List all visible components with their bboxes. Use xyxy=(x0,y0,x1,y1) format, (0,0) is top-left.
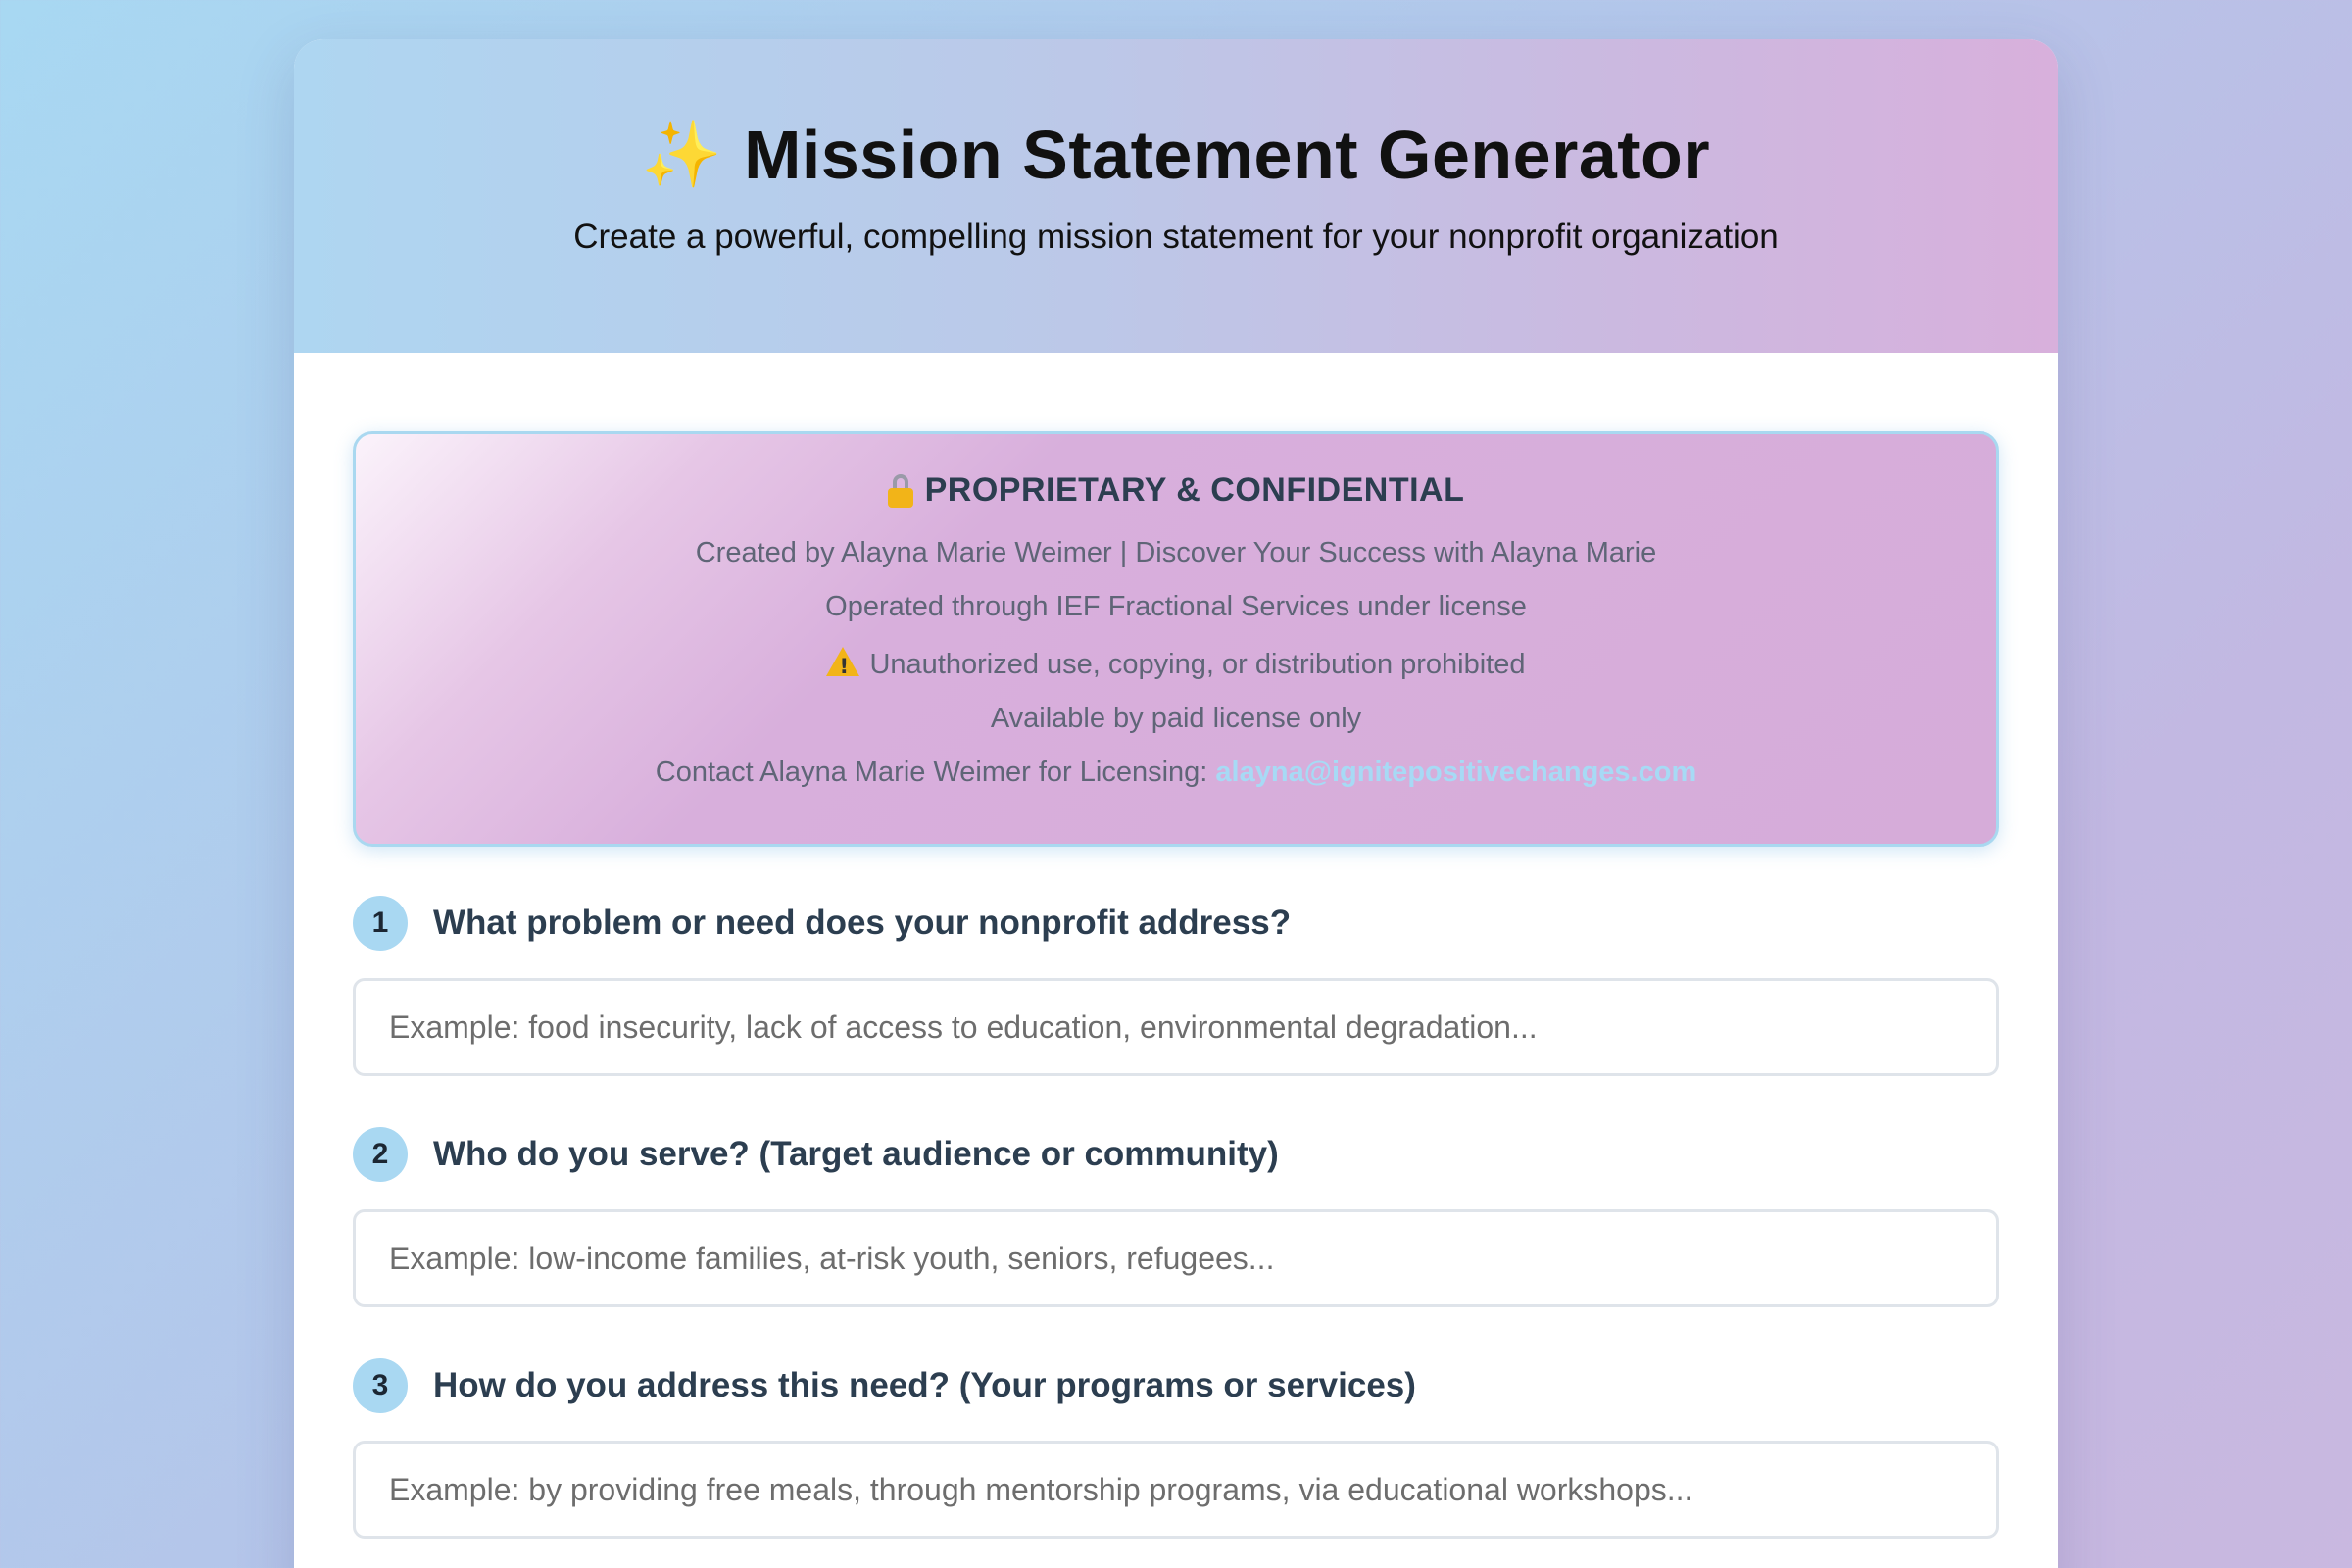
notice-line-license: Operated through IEF Fractional Services… xyxy=(825,591,1527,622)
question-label-row: 2 Who do you serve? (Target audience or … xyxy=(353,1127,1999,1182)
question-label: What problem or need does your nonprofit… xyxy=(433,904,1292,942)
question-label: Who do you serve? (Target audience or co… xyxy=(433,1135,1279,1173)
main-content: PROPRIETARY & CONFIDENTIAL Created by Al… xyxy=(294,353,2058,1539)
notice-title: PROPRIETARY & CONFIDENTIAL xyxy=(924,471,1465,509)
question-label-row: 1 What problem or need does your nonprof… xyxy=(353,896,1999,951)
programs-input[interactable] xyxy=(353,1441,1999,1539)
lock-icon xyxy=(887,473,913,508)
question-label: How do you address this need? (Your prog… xyxy=(433,1366,1416,1404)
question-3: 3 How do you address this need? (Your pr… xyxy=(353,1358,1999,1539)
contact-email-link[interactable]: alayna@ignitepositivechanges.com xyxy=(1215,757,1696,788)
question-label-row: 3 How do you address this need? (Your pr… xyxy=(353,1358,1999,1413)
notice-warning-text: Unauthorized use, copying, or distributi… xyxy=(869,649,1526,680)
notice-line-availability: Available by paid license only xyxy=(990,703,1362,734)
audience-input[interactable] xyxy=(353,1209,1999,1307)
main-card: ✨ Mission Statement Generator Create a p… xyxy=(294,39,2058,1568)
notice-title-row: PROPRIETARY & CONFIDENTIAL xyxy=(356,471,1996,510)
step-number-badge: 1 xyxy=(353,896,408,951)
notice-line-creator: Created by Alayna Marie Weimer | Discove… xyxy=(695,537,1657,568)
notice-line-contact: Contact Alayna Marie Weimer for Licensin… xyxy=(356,759,1996,787)
page-title: Mission Statement Generator xyxy=(744,117,1711,193)
page-subtitle: Create a powerful, compelling mission st… xyxy=(573,218,1779,256)
step-number-badge: 3 xyxy=(353,1358,408,1413)
proprietary-notice: PROPRIETARY & CONFIDENTIAL Created by Al… xyxy=(353,431,1999,847)
contact-label: Contact Alayna Marie Weimer for Licensin… xyxy=(655,757,1216,788)
notice-line-warning: Unauthorized use, copying, or distributi… xyxy=(356,647,1996,681)
problem-input[interactable] xyxy=(353,978,1999,1076)
warning-icon xyxy=(826,647,860,681)
question-1: 1 What problem or need does your nonprof… xyxy=(353,896,1999,1076)
question-2: 2 Who do you serve? (Target audience or … xyxy=(353,1127,1999,1307)
step-number-badge: 2 xyxy=(353,1127,408,1182)
page-header: ✨ Mission Statement Generator Create a p… xyxy=(294,39,2058,353)
sparkles-icon: ✨ xyxy=(641,117,723,192)
title-row: ✨ Mission Statement Generator xyxy=(294,116,2058,194)
